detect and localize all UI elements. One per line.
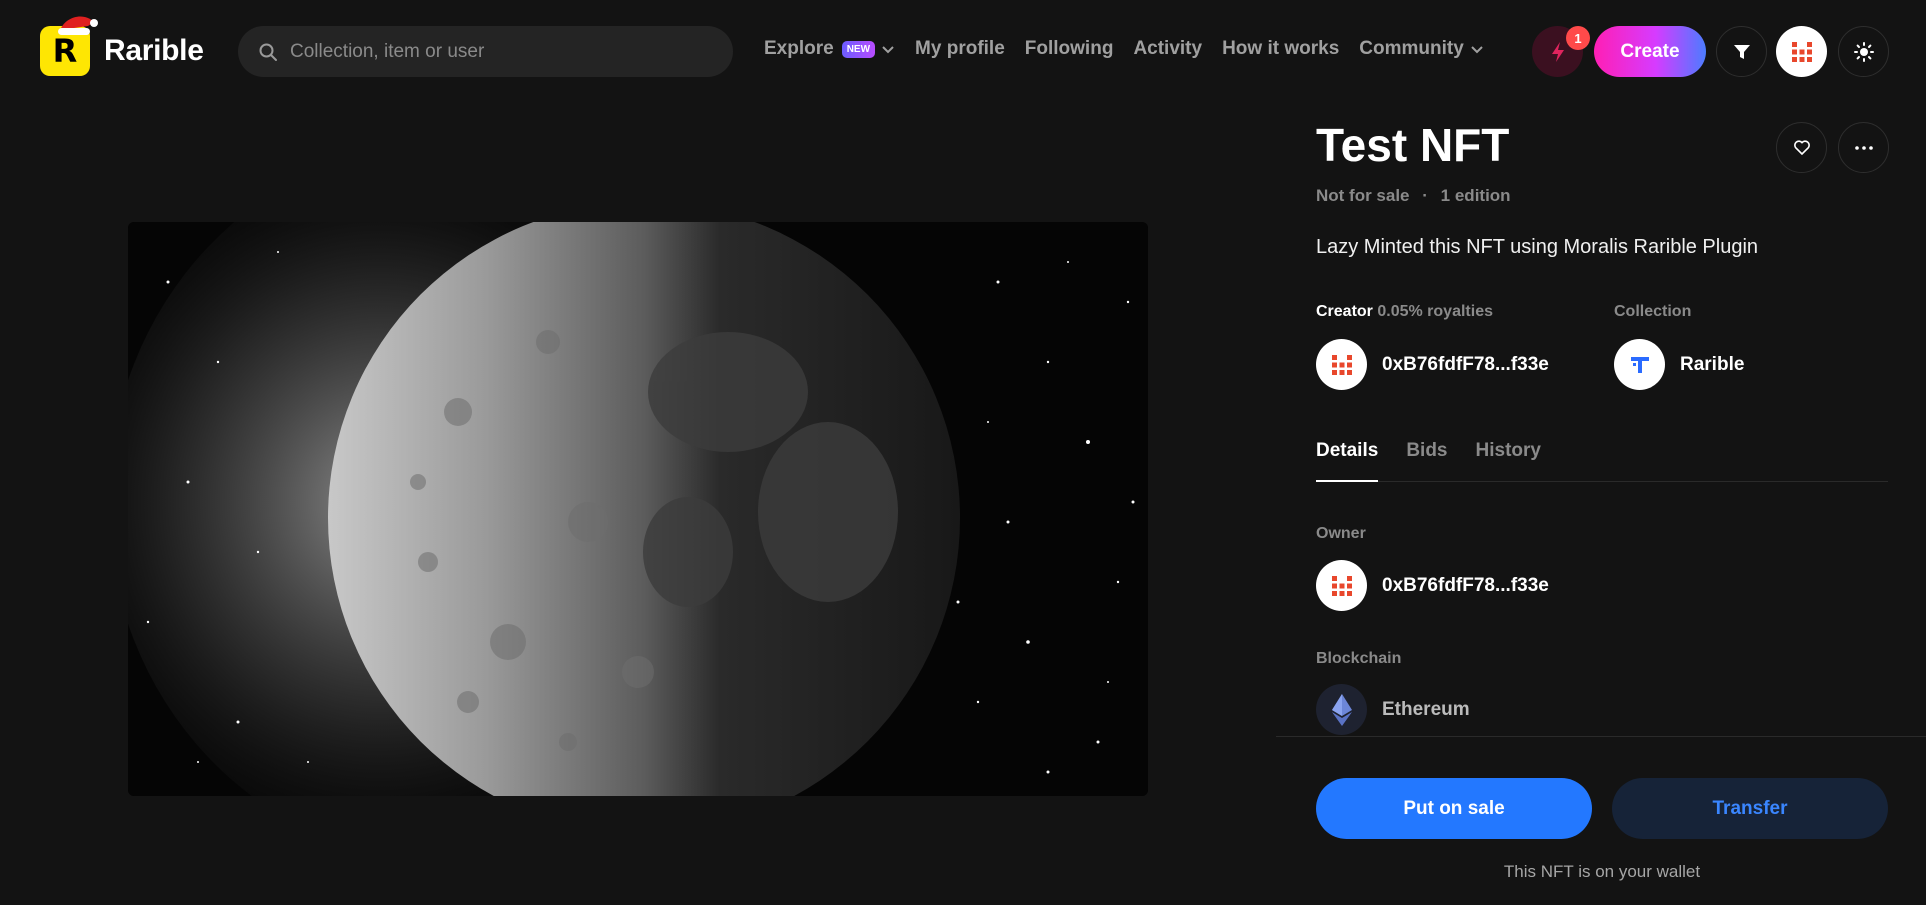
logo-letter: R	[52, 32, 78, 70]
tab-history[interactable]: History	[1476, 440, 1541, 482]
put-on-sale-button[interactable]: Put on sale	[1316, 778, 1592, 839]
nav-how-it-works[interactable]: How it works	[1222, 38, 1339, 60]
theme-toggle-button[interactable]	[1838, 26, 1889, 77]
rarible-t-icon	[1630, 356, 1649, 373]
creator-avatar	[1316, 339, 1367, 390]
sun-icon	[1853, 41, 1874, 62]
owner-address: 0xB76fdfF78...f33e	[1382, 574, 1549, 596]
tab-details[interactable]: Details	[1316, 440, 1379, 482]
editions-count: 1 edition	[1440, 186, 1511, 205]
tab-bids[interactable]: Bids	[1406, 440, 1447, 482]
ethereum-avatar	[1316, 684, 1367, 735]
actions-divider	[1276, 736, 1928, 737]
notification-badge: 1	[1566, 26, 1590, 50]
owner-label: Owner	[1316, 525, 1366, 542]
heart-icon	[1793, 140, 1810, 155]
owner-profile[interactable]: 0xB76fdfF78...f33e	[1316, 560, 1549, 611]
blockchain-info: Ethereum	[1316, 684, 1470, 735]
nav-explore-label: Explore	[764, 38, 834, 59]
create-button[interactable]: Create	[1594, 26, 1706, 77]
new-badge: NEW	[841, 40, 876, 58]
blockchain-name: Ethereum	[1382, 698, 1470, 720]
meta-separator: ·	[1422, 186, 1428, 205]
search-bar[interactable]	[238, 26, 733, 77]
collection-avatar	[1614, 339, 1665, 390]
filter-icon	[1733, 44, 1750, 59]
collection-label: Collection	[1614, 303, 1692, 320]
collection-profile[interactable]: Rarible	[1614, 339, 1744, 390]
main-nav: Explore NEW My profile Following Activit…	[764, 38, 1504, 60]
nav-following[interactable]: Following	[1025, 38, 1114, 60]
creator-profile[interactable]: 0xB76fdfF78...f33e	[1316, 339, 1549, 390]
chevron-down-icon	[1471, 46, 1483, 54]
wallet-note: This NFT is on your wallet	[1503, 862, 1701, 881]
rarible-logo[interactable]: R Rarible	[40, 14, 204, 76]
royalties-text: 0.05% royalties	[1377, 303, 1493, 320]
more-options-button[interactable]	[1838, 122, 1889, 173]
creator-address: 0xB76fdfF78...f33e	[1382, 353, 1549, 375]
nft-image[interactable]	[128, 222, 1148, 796]
profile-avatar-button[interactable]	[1776, 26, 1827, 77]
nft-meta: Not for sale · 1 edition	[1316, 186, 1511, 206]
search-input[interactable]	[290, 40, 710, 63]
nav-my-profile-label: My profile	[915, 38, 1005, 59]
like-button[interactable]	[1776, 122, 1827, 173]
nav-community-label: Community	[1359, 38, 1464, 59]
nav-activity-label: Activity	[1133, 38, 1203, 59]
collection-name: Rarible	[1680, 353, 1745, 375]
ethereum-icon	[1331, 693, 1352, 726]
nav-explore[interactable]: Explore NEW	[764, 38, 895, 60]
ellipsis-icon	[1854, 145, 1873, 150]
sale-status: Not for sale	[1316, 186, 1410, 205]
owner-avatar	[1316, 560, 1367, 611]
nav-how-it-works-label: How it works	[1222, 38, 1340, 59]
santa-hat-icon	[58, 16, 98, 35]
moon-artwork	[128, 222, 1148, 796]
nav-following-label: Following	[1024, 38, 1114, 59]
bolt-icon	[1551, 41, 1564, 62]
logo-mark: R	[40, 16, 98, 76]
filter-button[interactable]	[1716, 26, 1767, 77]
transfer-button[interactable]: Transfer	[1612, 778, 1888, 839]
nav-community[interactable]: Community	[1359, 38, 1484, 60]
top-header: R Rarible Explore NEW My profile Followi…	[0, 0, 1928, 100]
avatar-grid-icon	[1331, 354, 1352, 375]
nav-my-profile[interactable]: My profile	[915, 38, 1005, 60]
creator-label-row: Creator 0.05% royalties	[1316, 303, 1493, 321]
logo-text: Rarible	[104, 34, 204, 67]
chevron-down-icon	[882, 46, 894, 54]
nft-title: Test NFT	[1316, 119, 1510, 171]
blockchain-label: Blockchain	[1316, 650, 1402, 667]
nav-activity[interactable]: Activity	[1133, 38, 1202, 60]
search-icon	[259, 43, 277, 61]
detail-tabs: Details Bids History	[1316, 440, 1888, 482]
creator-label: Creator	[1316, 303, 1373, 320]
avatar-grid-icon	[1791, 41, 1812, 62]
avatar-grid-icon	[1331, 575, 1352, 596]
nft-description: Lazy Minted this NFT using Moralis Rarib…	[1316, 236, 1759, 258]
